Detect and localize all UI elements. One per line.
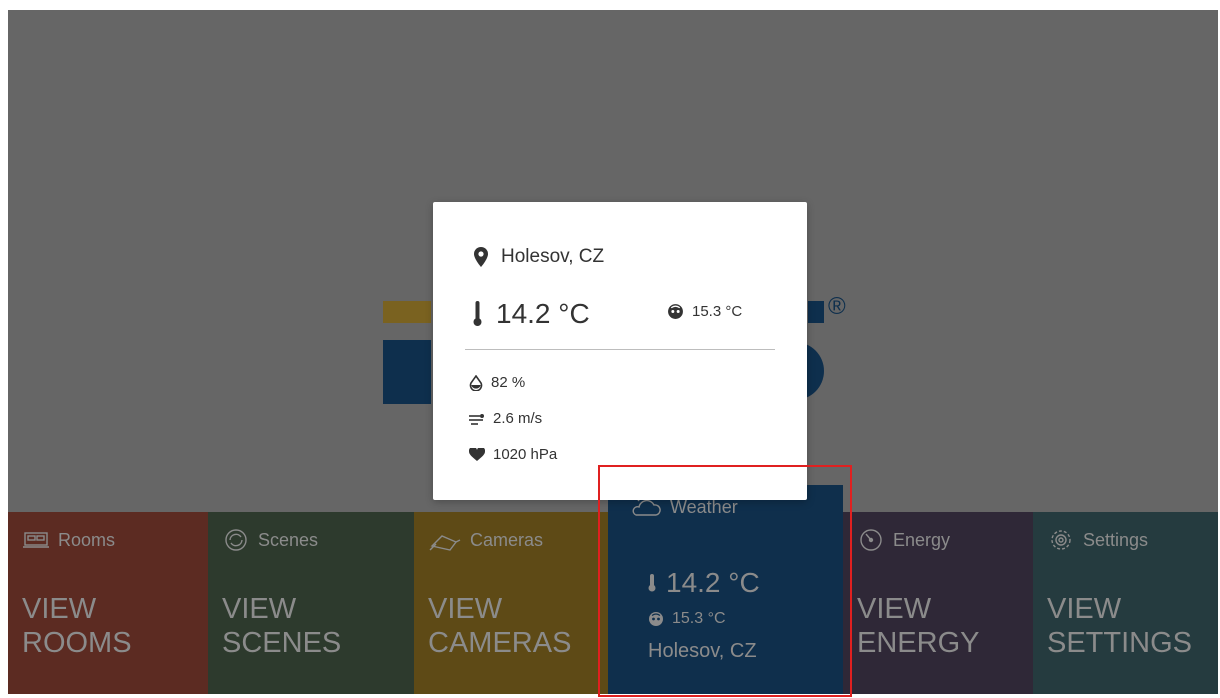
temperature-value: 14.2 °C — [496, 298, 590, 329]
tile-label: Rooms — [58, 529, 116, 550]
wind-icon — [469, 413, 484, 425]
humidity-icon — [469, 374, 483, 391]
popup-feels-like: 15.3 °C — [667, 303, 742, 320]
tile-header: Scenes — [222, 528, 318, 552]
tile-header: Settings — [1047, 528, 1148, 552]
view-line: CAMERAS — [428, 627, 572, 659]
view-line: SCENES — [222, 627, 342, 659]
tile-view-text: VIEW ROOMS — [22, 592, 132, 660]
tile-settings[interactable]: Settings VIEW SETTINGS — [1033, 512, 1218, 694]
logo-bar-gold — [383, 301, 431, 323]
tile-label: Cameras — [470, 529, 544, 550]
tile-label: Settings — [1083, 529, 1149, 550]
highlight-box — [598, 465, 852, 697]
heart-icon — [469, 447, 485, 461]
humidity-value: 82 % — [491, 374, 526, 391]
tile-view-text: VIEW SCENES — [222, 592, 341, 660]
view-line: VIEW — [22, 593, 97, 625]
popup-location: Holesov, CZ — [473, 246, 604, 268]
view-line: VIEW — [428, 593, 503, 625]
popup-divider — [465, 349, 775, 350]
tile-view-text: VIEW ENERGY — [857, 592, 979, 660]
gauge-icon — [860, 529, 882, 551]
wind-value: 2.6 m/s — [493, 410, 543, 427]
tile-cameras[interactable]: Cameras VIEW CAMERAS — [414, 512, 608, 694]
view-line: VIEW — [1047, 593, 1122, 625]
refresh-icon — [225, 529, 247, 551]
logo-block-blue — [383, 340, 431, 404]
logo-bar-blue — [808, 301, 824, 323]
popup-pressure: 1020 hPa — [469, 446, 557, 463]
view-line: ENERGY — [857, 627, 980, 659]
bed-icon — [23, 532, 49, 548]
weather-popup: Holesov, CZ 14.2 °C 15.3 °C 82 % 2.6 m/s… — [433, 202, 807, 500]
feels-like-value: 15.3 °C — [692, 303, 743, 320]
popup-humidity: 82 % — [469, 374, 525, 391]
tile-header: Energy — [857, 528, 950, 552]
tile-energy[interactable]: Energy VIEW ENERGY — [843, 512, 1033, 694]
location-pin-icon — [474, 247, 488, 267]
tile-header: Cameras — [428, 528, 543, 552]
tile-view-text: VIEW CAMERAS — [428, 592, 571, 660]
gear-icon — [1051, 530, 1071, 550]
tile-rooms[interactable]: Rooms VIEW ROOMS — [8, 512, 208, 694]
view-line: ROOMS — [22, 627, 132, 659]
view-line: VIEW — [222, 593, 297, 625]
thermometer-icon — [473, 301, 482, 326]
tile-label: Scenes — [258, 529, 319, 550]
pressure-value: 1020 hPa — [493, 446, 558, 463]
face-icon — [668, 304, 683, 319]
tile-header: Rooms — [22, 528, 115, 552]
tile-scenes[interactable]: Scenes VIEW SCENES — [208, 512, 414, 694]
popup-temperature: 14.2 °C — [473, 298, 590, 330]
location-text: Holesov, CZ — [501, 246, 605, 267]
tile-view-text: VIEW SETTINGS — [1047, 592, 1192, 660]
view-line: VIEW — [857, 593, 932, 625]
camera-icon — [429, 535, 461, 551]
view-line: SETTINGS — [1047, 627, 1193, 659]
popup-wind: 2.6 m/s — [469, 410, 542, 427]
logo-registered-mark: ® — [828, 293, 846, 320]
tile-label: Energy — [893, 529, 951, 550]
